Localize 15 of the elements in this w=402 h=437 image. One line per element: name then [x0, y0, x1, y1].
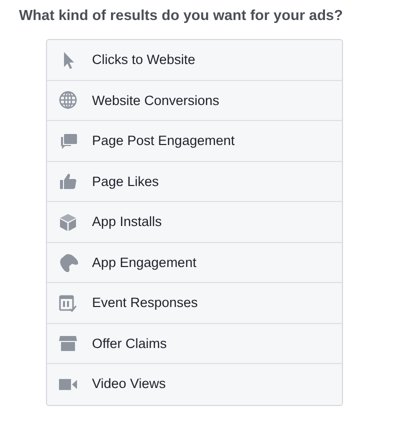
objective-option[interactable]: App Engagement: [47, 242, 342, 283]
calendar-icon: [58, 292, 78, 313]
cube-icon: [58, 212, 78, 232]
thumbs-up-icon: [58, 171, 78, 192]
objective-option[interactable]: Video Views: [47, 364, 342, 404]
storefront-icon: [58, 333, 78, 354]
objective-option[interactable]: Page Likes: [47, 162, 342, 202]
objective-option[interactable]: Offer Claims: [47, 324, 342, 364]
objective-option[interactable]: Clicks to Website: [47, 40, 342, 80]
objective-option[interactable]: Website Conversions: [47, 80, 342, 121]
globe-icon: [58, 90, 78, 110]
objective-option[interactable]: App Installs: [47, 202, 342, 242]
objective-option[interactable]: Page Post Engagement: [47, 121, 342, 162]
objective-option[interactable]: Event Responses: [47, 283, 342, 324]
question-heading: What kind of results do you want for your ads?: [19, 8, 344, 24]
